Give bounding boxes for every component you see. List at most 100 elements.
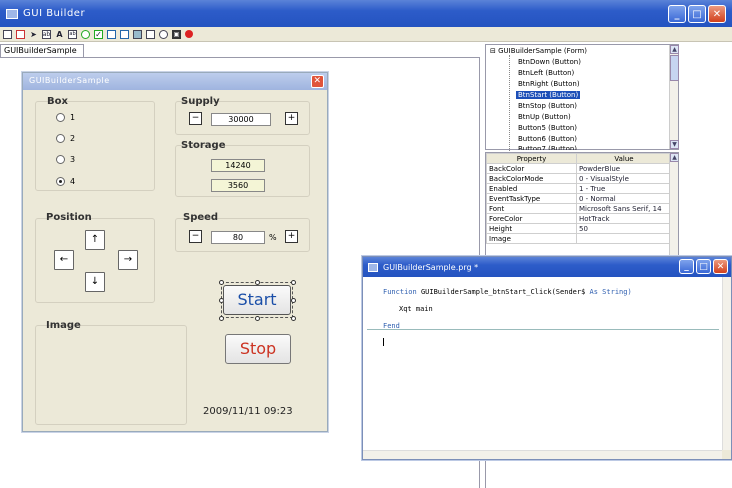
speed-unit: %	[269, 233, 277, 242]
table-row[interactable]: EventTaskType 0 - Normal	[486, 193, 672, 204]
supply-plus-button[interactable]: +	[285, 112, 298, 125]
radio-option-3[interactable]: 3	[56, 155, 75, 164]
combobox-icon[interactable]	[120, 29, 129, 39]
maximize-icon[interactable]: □	[696, 259, 711, 274]
minimize-icon[interactable]: _	[679, 259, 694, 274]
radio-option-2[interactable]: 2	[56, 134, 75, 143]
up-arrow-button[interactable]: ↑	[85, 230, 105, 250]
close-icon[interactable]: ✕	[713, 259, 728, 274]
maximize-icon[interactable]: □	[688, 5, 706, 23]
radio-option-1[interactable]: 1	[56, 113, 75, 122]
checkbox-icon[interactable]: ✓	[94, 29, 103, 39]
resize-handle[interactable]	[291, 280, 296, 285]
radio-icon[interactable]	[81, 29, 90, 39]
radio-option-4[interactable]: 4	[56, 177, 75, 186]
form-icon[interactable]	[3, 29, 12, 39]
property-grid[interactable]: Property Value BackColor PowderBlue BackCo…	[485, 152, 679, 258]
supply-value-field[interactable]: 30000	[211, 113, 271, 126]
editor-window-controls: _ □ ✕	[679, 259, 728, 274]
tree-item[interactable]: BtnLeft (Button)	[516, 69, 576, 77]
prop-name: Image	[486, 233, 577, 244]
button-icon[interactable]: ab	[42, 29, 51, 39]
app-icon	[6, 8, 18, 19]
editor-hscrollbar[interactable]	[363, 450, 724, 459]
tree-item[interactable]: BtnUp (Button)	[516, 113, 573, 121]
radio-label: 4	[70, 177, 76, 186]
table-row[interactable]: Height 50	[486, 223, 672, 234]
tree-item[interactable]: BtnRight (Button)	[516, 80, 582, 88]
speed-plus-button[interactable]: +	[285, 230, 298, 243]
pointer-icon[interactable]: ➤	[29, 30, 38, 39]
scroll-up-icon[interactable]: ▲	[670, 153, 678, 162]
prop-name: Enabled	[486, 183, 577, 194]
resize-handle[interactable]	[219, 280, 224, 285]
designed-form[interactable]: GUIBuilderSample ✕ Box 1 2 3 4 Supply − …	[22, 72, 328, 432]
code-line-2[interactable]: Xqt main	[399, 305, 433, 313]
tree-item[interactable]: BtnStop (Button)	[516, 102, 579, 110]
table-row[interactable]: Font Microsoft Sans Serif, 14	[486, 203, 672, 214]
tree-item[interactable]: Button6 (Button)	[516, 135, 579, 143]
table-row[interactable]: ForeColor HotTrack	[486, 213, 672, 224]
code-line-1[interactable]: Function GUIBuilderSample_btnStart_Click…	[383, 288, 632, 296]
table-row[interactable]: Image	[486, 233, 672, 244]
textbox-icon[interactable]: ab	[68, 29, 77, 39]
tree-line	[509, 55, 510, 151]
prop-value[interactable]	[576, 233, 672, 244]
table-row[interactable]: BackColor PowderBlue	[486, 163, 672, 174]
resize-handle[interactable]	[255, 316, 260, 321]
scroll-down-icon[interactable]: ▼	[670, 140, 679, 149]
editor-title-bar: GUIBuilderSample.prg * _ □ ✕	[363, 257, 731, 277]
tree-item[interactable]: BtnDown (Button)	[516, 58, 583, 66]
timer-icon[interactable]	[159, 29, 168, 39]
start-button[interactable]: Start	[223, 285, 291, 315]
prop-value[interactable]: PowderBlue	[576, 163, 672, 174]
prop-value[interactable]: 0 - Normal	[576, 193, 672, 204]
camera-icon[interactable]: ▣	[172, 29, 181, 39]
right-arrow-button[interactable]: →	[118, 250, 138, 270]
tree-item[interactable]: Button7 (Button)	[516, 145, 579, 150]
minimize-icon[interactable]: _	[668, 5, 686, 23]
new-icon[interactable]	[16, 29, 25, 39]
prop-value[interactable]: 1 - True	[576, 183, 672, 194]
radio-circle	[56, 113, 65, 122]
tree-item-selected[interactable]: BtnStart (Button)	[516, 91, 581, 99]
prop-value[interactable]: HotTrack	[576, 213, 672, 224]
property-scrollbar[interactable]: ▲	[669, 153, 678, 257]
supply-minus-button[interactable]: −	[189, 112, 202, 125]
resize-handle[interactable]	[219, 316, 224, 321]
stop-icon[interactable]	[185, 30, 193, 38]
tree-root[interactable]: ⊟ GUIBuilderSample (Form)	[490, 47, 587, 55]
value-header: Value	[576, 153, 672, 164]
tab-guibuildersample[interactable]: GUIBuilderSample	[0, 44, 84, 57]
tree-scrollbar[interactable]: ▲ ▼	[669, 45, 679, 149]
speed-value-field[interactable]: 80	[211, 231, 265, 244]
prop-value[interactable]: 0 - VisualStyle	[576, 173, 672, 184]
close-icon[interactable]: ✕	[708, 5, 726, 23]
code-editor-window[interactable]: GUIBuilderSample.prg * _ □ ✕ Function GU…	[362, 256, 732, 460]
datetime-label: 2009/11/11 09:23	[203, 406, 293, 417]
stop-button[interactable]: Stop	[225, 334, 291, 364]
picture-icon[interactable]	[133, 29, 142, 39]
scroll-up-icon[interactable]: ▲	[670, 45, 679, 54]
form-close-icon[interactable]: ✕	[311, 75, 324, 88]
resize-handle[interactable]	[291, 298, 296, 303]
form-title-bar: GUIBuilderSample ✕	[23, 73, 327, 90]
table-row[interactable]: Enabled 1 - True	[486, 183, 672, 194]
prop-value[interactable]: Microsoft Sans Serif, 14	[576, 203, 672, 214]
down-arrow-button[interactable]: ↓	[85, 272, 105, 292]
scroll-thumb[interactable]	[670, 55, 679, 81]
listbox-icon[interactable]	[107, 29, 116, 39]
storage-value-1: 14240	[211, 159, 265, 172]
editor-vscrollbar[interactable]	[722, 277, 731, 451]
box-group[interactable]	[35, 101, 155, 191]
frame-icon[interactable]	[146, 29, 155, 39]
speed-minus-button[interactable]: −	[189, 230, 202, 243]
component-tree[interactable]: ⊟ GUIBuilderSample (Form) BtnDown (Butto…	[485, 44, 679, 151]
radio-circle-selected	[56, 177, 65, 186]
table-row[interactable]: BackColorMode 0 - VisualStyle	[486, 173, 672, 184]
label-icon[interactable]: A	[55, 30, 64, 39]
tree-item[interactable]: Button5 (Button)	[516, 124, 579, 132]
prop-value[interactable]: 50	[576, 223, 672, 234]
left-arrow-button[interactable]: ←	[54, 250, 74, 270]
resize-handle[interactable]	[291, 316, 296, 321]
